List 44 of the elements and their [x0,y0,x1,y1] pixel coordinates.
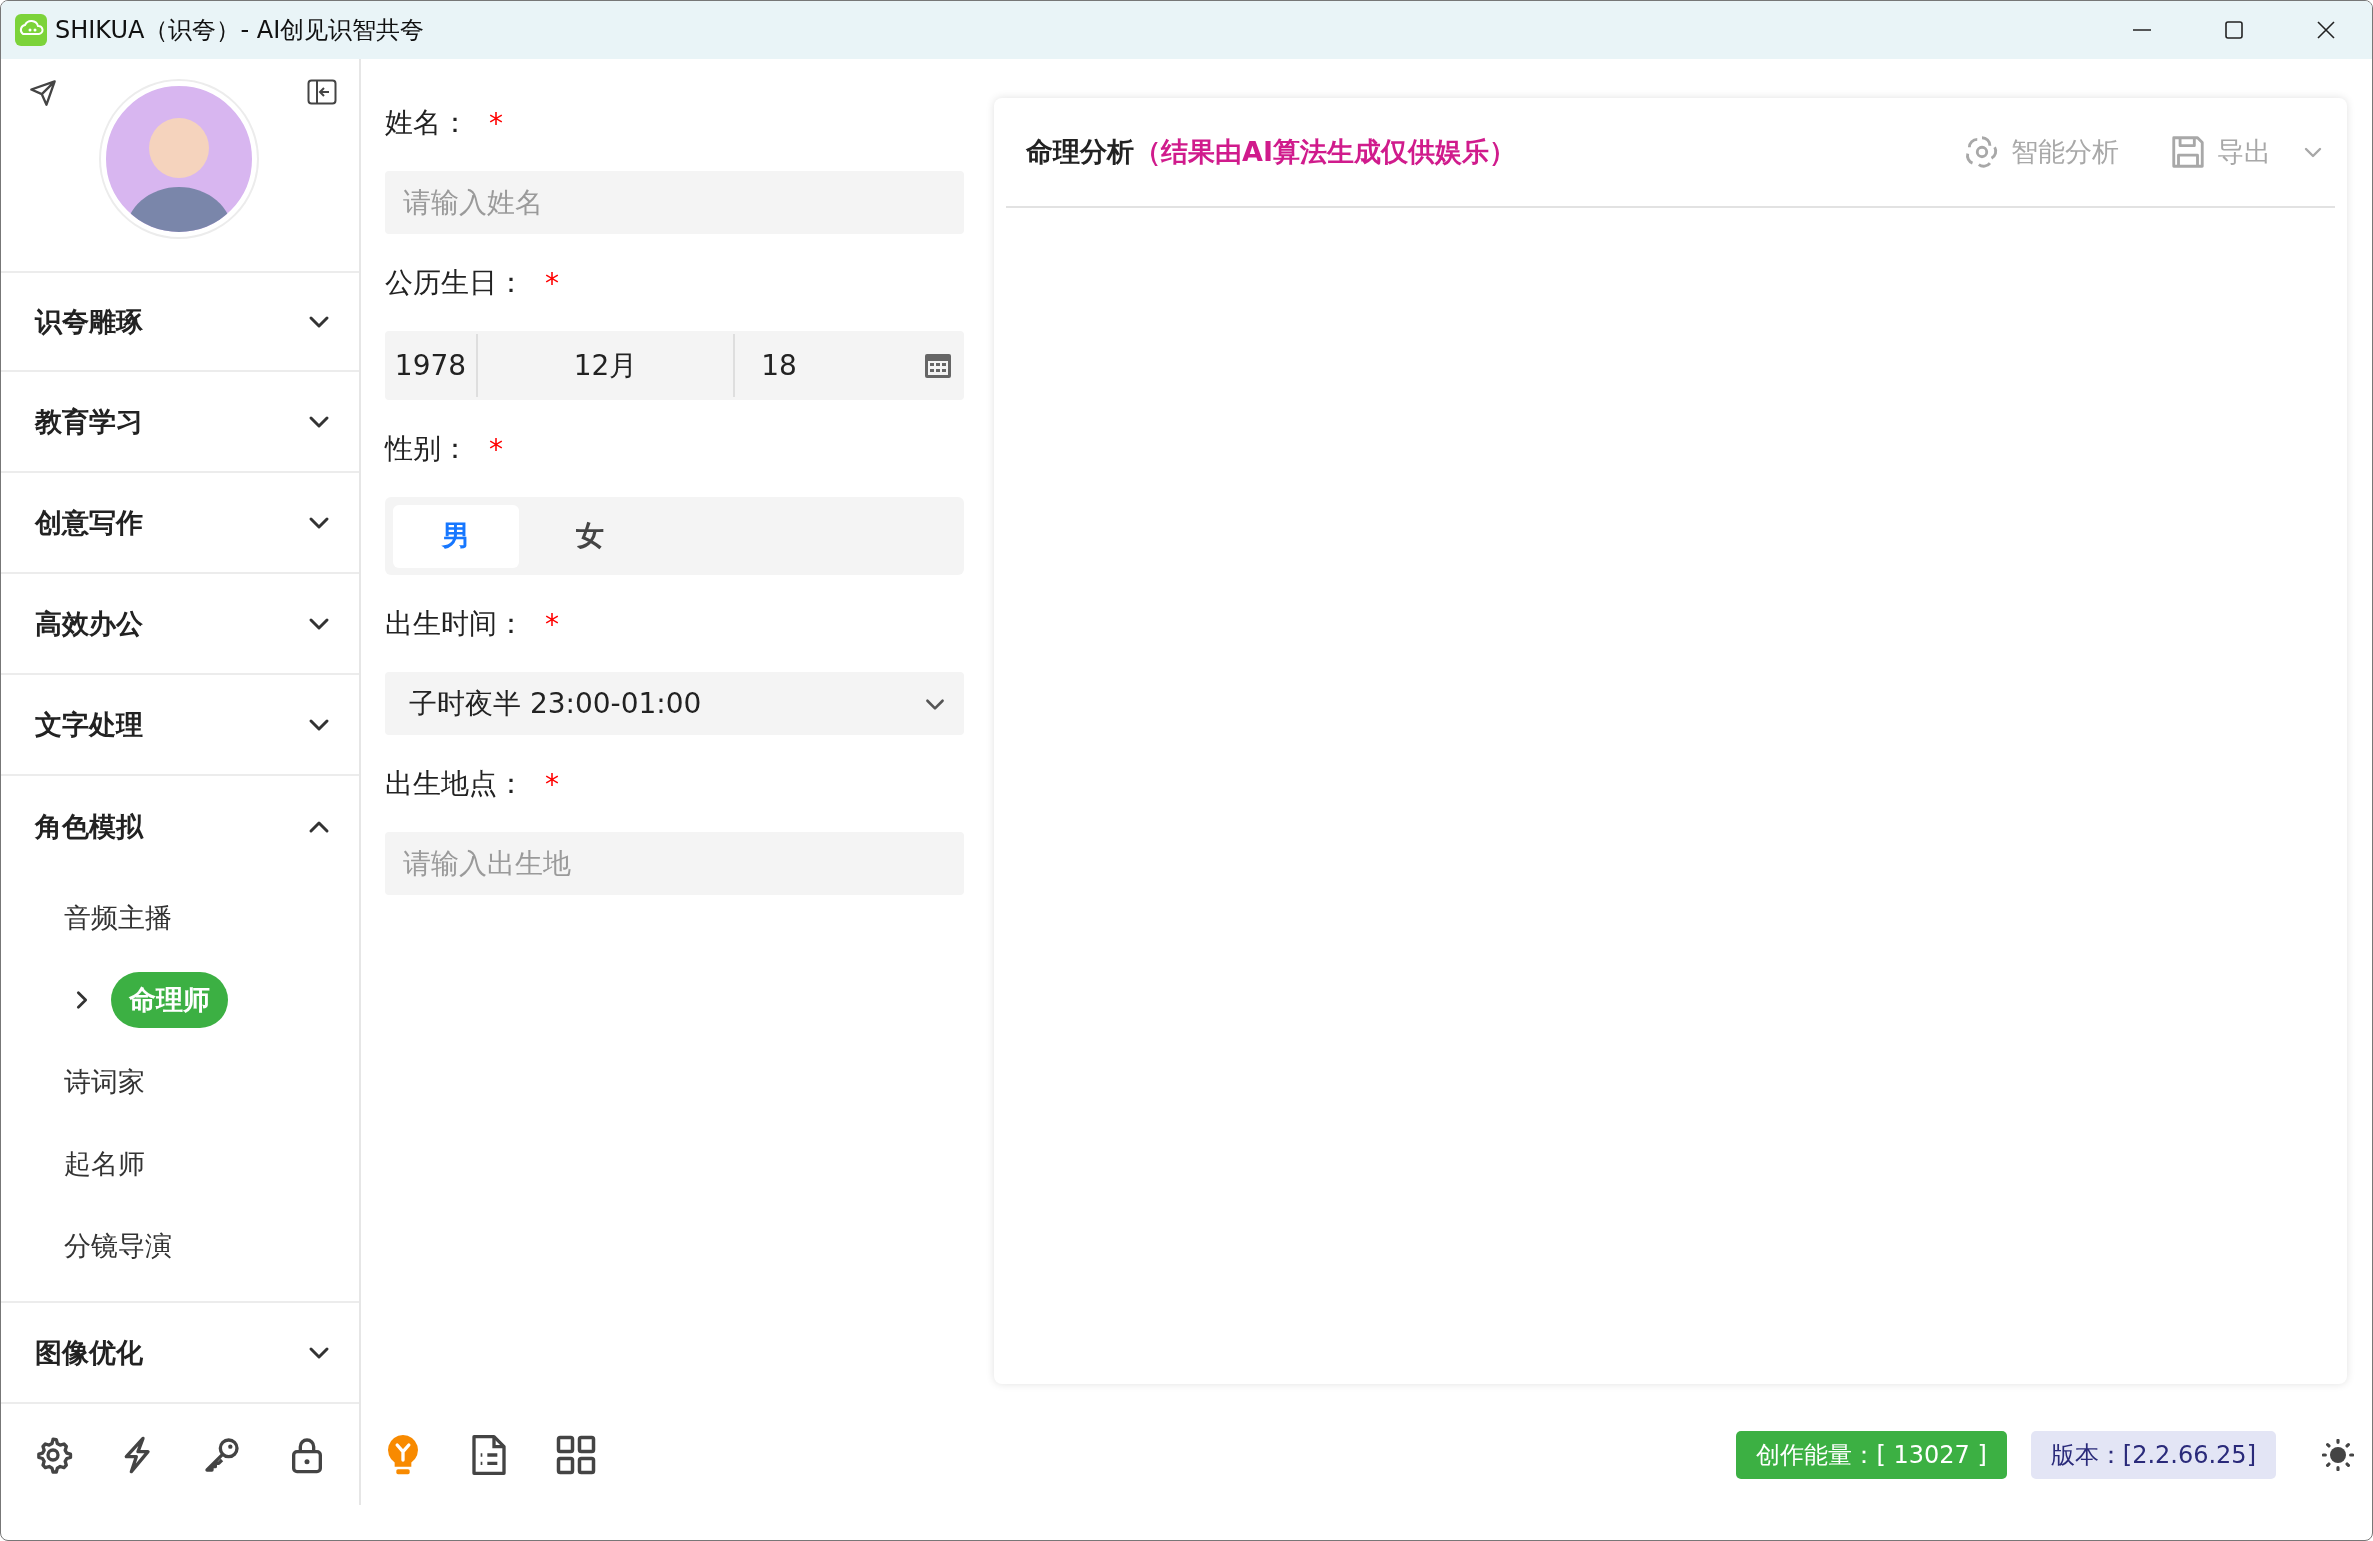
maximize-icon[interactable] [2223,19,2245,41]
field-label: 姓名： [385,105,469,141]
category-item[interactable]: 教育学习 [1,372,359,473]
category-item[interactable]: 图像优化 [1,1303,359,1404]
required-mark: * [545,607,559,641]
category-item[interactable]: 文字处理 [1,675,359,776]
disclaimer-note: （结果由AI算法生成仅供娱乐） [1134,135,1516,169]
required-mark: * [545,266,559,300]
category-item[interactable]: 创意写作 [1,473,359,574]
input-field[interactable]: 请输入姓名 [385,171,964,234]
panel-title: 命理分析 [1026,135,1134,169]
app-logo-icon [15,14,47,46]
year-field[interactable]: 1978 [385,334,478,397]
sun-icon[interactable] [2322,1438,2354,1471]
document-list-icon[interactable] [469,1432,509,1477]
energy-badge: 创作能量：[ 13027 ] [1736,1430,2007,1479]
category-item[interactable]: 识夸雕琢 [1,271,359,372]
grid-icon[interactable] [555,1433,597,1476]
required-mark: * [545,767,559,801]
dropdown[interactable]: 子时夜半 23:00-01:00 [385,672,964,735]
category-item[interactable]: 角色模拟 [1,776,359,877]
version-badge: 版本：[2.2.66.25] [2030,1430,2276,1479]
window-title: SHIKUA（识夸）- AI创见识智共夸 [55,15,426,46]
required-mark: * [489,432,503,466]
field-label: 出生时间： [385,606,525,642]
field-label: 公历生日： [385,265,525,301]
menu-item[interactable]: 分镜导演 [64,1228,172,1264]
gender-option[interactable]: 女 [527,504,653,568]
field-label: 出生地点： [385,766,525,802]
field-label: 性别： [385,431,469,467]
send-icon[interactable] [29,79,57,107]
gender-option[interactable]: 男 [393,504,519,568]
collapse-sidebar-icon[interactable] [307,79,337,105]
required-mark: * [489,106,503,140]
menu-item[interactable]: 起名师 [64,1146,145,1182]
category-item[interactable]: 高效办公 [1,574,359,675]
month-field[interactable]: 12月 [478,334,735,397]
save-icon [2169,133,2207,171]
input-field[interactable]: 请输入出生地 [385,832,964,895]
close-icon[interactable] [2315,19,2337,41]
menu-item[interactable]: 音频主播 [64,900,172,936]
calendar-icon[interactable] [924,351,952,380]
day-field[interactable]: 18 [735,334,823,397]
menu-item[interactable]: 诗词家 [64,1064,145,1100]
